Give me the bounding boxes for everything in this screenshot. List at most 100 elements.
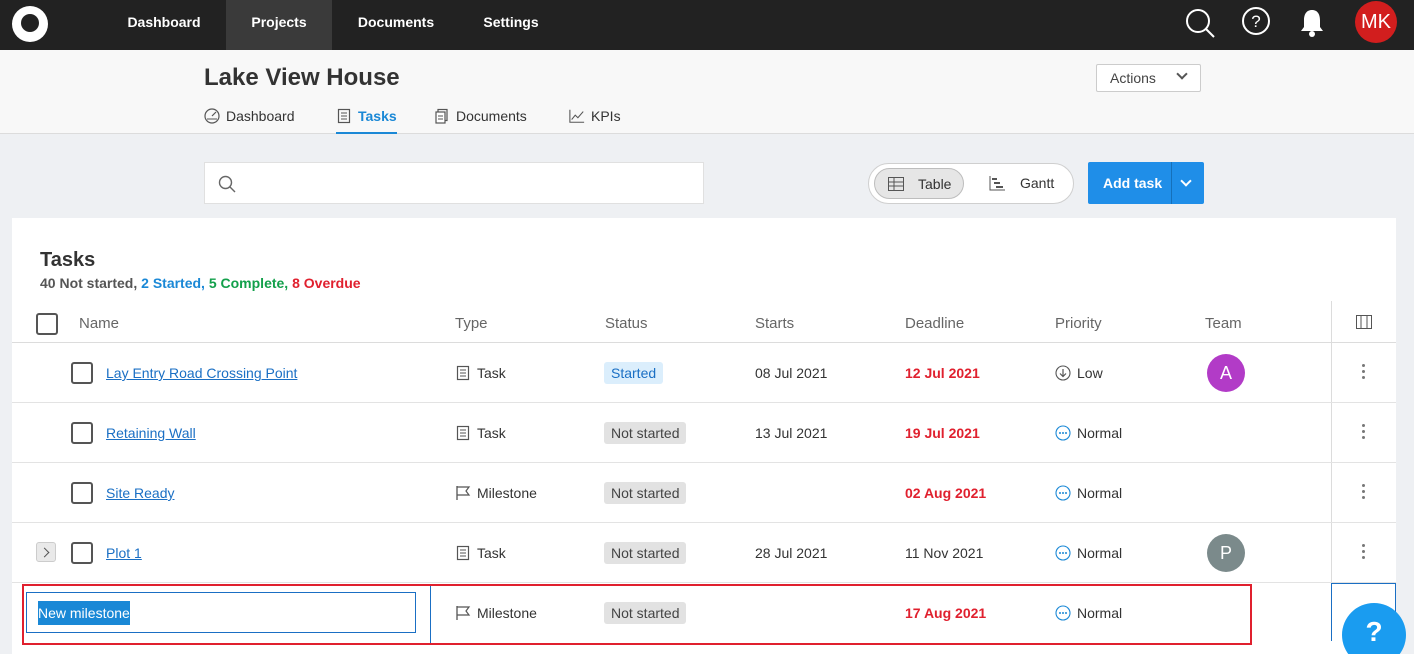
task-priority-label: Normal: [1077, 425, 1123, 441]
task-priority[interactable]: Low: [1055, 365, 1103, 381]
status-badge[interactable]: Not started: [604, 482, 687, 504]
tab-tasks[interactable]: Tasks: [336, 108, 397, 134]
task-type-label: Task: [477, 545, 506, 561]
expand-row-chevron-icon[interactable]: [36, 542, 56, 562]
column-settings-icon[interactable]: [1356, 315, 1372, 329]
search-icon[interactable]: [1183, 6, 1217, 40]
priority-low-arrow-icon: [1055, 365, 1071, 381]
help-icon[interactable]: ?: [1240, 6, 1274, 40]
row-more-options-icon[interactable]: [1362, 544, 1366, 562]
tab-documents[interactable]: Documents: [434, 108, 527, 134]
search-icon: [218, 175, 236, 193]
gantt-view-button[interactable]: Gantt: [979, 168, 1069, 199]
row-checkbox[interactable]: [71, 542, 93, 564]
top-navigation-bar: Dashboard Projects Documents Settings ? …: [0, 0, 1414, 50]
task-search-box[interactable]: [204, 162, 704, 204]
task-start-date: 28 Jul 2021: [755, 545, 828, 561]
user-avatar[interactable]: MK: [1355, 1, 1397, 43]
table-row[interactable]: Site Ready Milestone Not started 02 Aug …: [12, 463, 1396, 523]
search-input[interactable]: [245, 171, 685, 195]
task-priority[interactable]: Normal: [1055, 425, 1122, 441]
actions-dropdown-button[interactable]: Actions: [1096, 64, 1201, 92]
add-task-label: Add task: [1103, 175, 1163, 191]
row-more-options-icon[interactable]: [1362, 424, 1366, 442]
task-name-link[interactable]: Retaining Wall: [106, 425, 196, 441]
help-chat-button[interactable]: ?: [1342, 603, 1406, 654]
svg-text:?: ?: [1251, 12, 1260, 31]
column-header-priority[interactable]: Priority: [1055, 315, 1102, 332]
column-header-deadline[interactable]: Deadline: [905, 315, 964, 332]
task-type: Task: [455, 545, 506, 561]
task-deadline: 12 Jul 2021: [905, 365, 980, 381]
row-checkbox[interactable]: [71, 422, 93, 444]
notifications-bell-icon[interactable]: [1296, 6, 1330, 40]
table-view-button[interactable]: Table: [874, 168, 964, 199]
milestone-flag-icon: [456, 486, 471, 500]
tab-dashboard[interactable]: Dashboard: [204, 108, 295, 134]
task-name-link[interactable]: Lay Entry Road Crossing Point: [106, 365, 297, 381]
table-view-label: Table: [918, 176, 952, 192]
tab-documents-label: Documents: [456, 108, 527, 124]
table-row[interactable]: Plot 1 Task Not started 28 Jul 2021 11 N…: [12, 523, 1396, 583]
task-type-label: Milestone: [477, 485, 537, 501]
row-more-options-icon[interactable]: [1362, 364, 1366, 382]
row-checkbox[interactable]: [71, 362, 93, 384]
tab-tasks-label: Tasks: [358, 108, 397, 124]
summary-overdue[interactable]: 8 Overdue: [292, 275, 360, 291]
status-badge[interactable]: Not started: [604, 542, 687, 564]
column-header-starts[interactable]: Starts: [755, 315, 794, 332]
task-type: Task: [455, 365, 506, 381]
task-priority[interactable]: Normal: [1055, 545, 1122, 561]
column-header-status[interactable]: Status: [605, 315, 648, 332]
add-task-dropdown-chevron-icon[interactable]: [1180, 175, 1192, 187]
priority-normal-icon: [1055, 425, 1071, 441]
table-row[interactable]: Retaining Wall Task Not started 13 Jul 2…: [12, 403, 1396, 463]
nav-dashboard[interactable]: Dashboard: [110, 0, 218, 50]
task-start-date: 13 Jul 2021: [755, 425, 828, 441]
team-member-avatar[interactable]: A: [1207, 354, 1245, 392]
column-header-team[interactable]: Team: [1205, 315, 1242, 332]
task-type: Milestone: [455, 485, 537, 501]
task-deadline: 11 Nov 2021: [905, 545, 984, 561]
row-more-options-icon[interactable]: [1362, 484, 1366, 502]
task-name-link[interactable]: Plot 1: [106, 545, 142, 561]
tab-dashboard-label: Dashboard: [226, 108, 295, 124]
nav-settings[interactable]: Settings: [462, 0, 560, 50]
task-clipboard-icon: [456, 425, 470, 441]
team-member-avatar[interactable]: P: [1207, 534, 1245, 572]
task-name-link[interactable]: Site Ready: [106, 485, 174, 501]
project-header: Lake View House Actions Dashboard Tasks …: [0, 50, 1414, 134]
table-row[interactable]: Lay Entry Road Crossing Point Task Start…: [12, 343, 1396, 403]
column-header-type[interactable]: Type: [455, 315, 488, 332]
summary-complete[interactable]: 5 Complete,: [209, 275, 288, 291]
priority-normal-icon: [1055, 485, 1071, 501]
tab-kpis[interactable]: KPIs: [569, 108, 621, 134]
select-all-checkbox[interactable]: [36, 313, 58, 335]
app-logo-icon[interactable]: [12, 6, 48, 42]
view-toggle: Table Gantt: [868, 163, 1074, 204]
tab-kpis-label: KPIs: [591, 108, 621, 124]
row-checkbox[interactable]: [71, 482, 93, 504]
nav-projects[interactable]: Projects: [226, 0, 332, 50]
summary-started[interactable]: 2 Started,: [141, 275, 205, 291]
tasks-clipboard-icon: [337, 108, 351, 124]
task-priority-label: Low: [1077, 365, 1103, 381]
status-badge[interactable]: Started: [604, 362, 664, 384]
gantt-view-label: Gantt: [1020, 175, 1055, 191]
tasks-card: Tasks 40 Not started, 2 Started, 5 Compl…: [12, 218, 1396, 654]
editing-row-highlight: [22, 584, 1252, 645]
add-task-button[interactable]: Add task: [1088, 162, 1204, 204]
split-divider: [1171, 162, 1172, 204]
table-grid-icon: [888, 177, 904, 191]
column-header-name[interactable]: Name: [79, 315, 119, 332]
task-type-label: Task: [477, 425, 506, 441]
task-priority-label: Normal: [1077, 485, 1123, 501]
task-type-label: Task: [477, 365, 506, 381]
status-badge[interactable]: Not started: [604, 422, 687, 444]
tasks-title: Tasks: [40, 249, 96, 271]
task-priority[interactable]: Normal: [1055, 485, 1122, 501]
documents-icon: [435, 108, 448, 124]
tasks-summary: 40 Not started, 2 Started, 5 Complete, 8…: [40, 275, 361, 291]
nav-documents[interactable]: Documents: [342, 0, 450, 50]
chevron-down-icon: [1176, 68, 1188, 80]
